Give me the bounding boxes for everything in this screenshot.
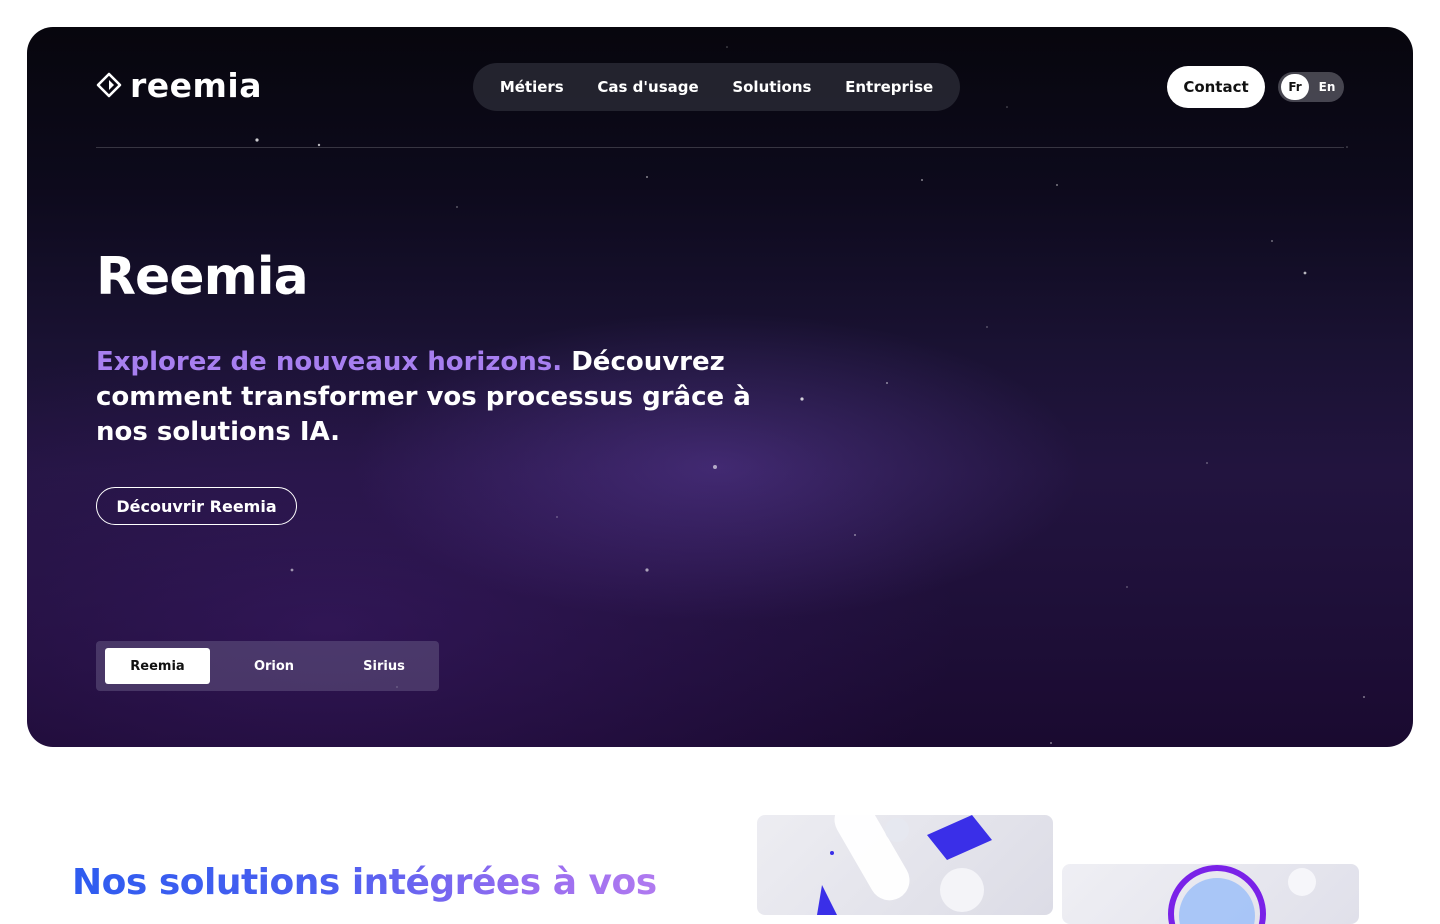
solution-card-image-2[interactable] xyxy=(1062,864,1359,924)
tab-orion[interactable]: Orion xyxy=(210,648,338,684)
tab-sirius[interactable]: Sirius xyxy=(338,648,430,684)
solution-card-image-1[interactable] xyxy=(757,815,1053,915)
language-switcher: Fr En xyxy=(1278,72,1344,102)
nav-item-solutions[interactable]: Solutions xyxy=(732,78,811,96)
solutions-section-title: Nos solutions intégrées à vos xyxy=(72,862,657,903)
reemia-logo-icon xyxy=(96,72,122,98)
nav-item-cas-dusage[interactable]: Cas d'usage xyxy=(597,78,698,96)
nav-item-metiers[interactable]: Métiers xyxy=(500,78,564,96)
hero-description: Explorez de nouveaux horizons. Découvrez… xyxy=(96,345,786,450)
tab-reemia[interactable]: Reemia xyxy=(105,648,210,684)
header-divider xyxy=(96,147,1344,148)
abstract-sphere-illustration xyxy=(1168,865,1316,924)
hero-banner: reemia Métiers Cas d'usage Solutions Ent… xyxy=(27,27,1413,747)
product-tabs: Reemia Orion Sirius xyxy=(96,641,439,691)
language-option-fr[interactable]: Fr xyxy=(1281,74,1309,100)
hero-title: Reemia xyxy=(96,247,309,307)
main-nav: Métiers Cas d'usage Solutions Entreprise xyxy=(473,63,960,111)
brand-name: reemia xyxy=(130,65,263,105)
nav-item-entreprise[interactable]: Entreprise xyxy=(845,78,933,96)
language-option-en[interactable]: En xyxy=(1313,74,1341,100)
discover-reemia-button[interactable]: Découvrir Reemia xyxy=(96,487,297,525)
abstract-3d-illustration xyxy=(817,815,992,915)
brand-logo[interactable]: reemia xyxy=(96,65,262,105)
contact-button[interactable]: Contact xyxy=(1167,66,1265,108)
hero-description-accent: Explorez de nouveaux horizons. xyxy=(96,347,563,377)
